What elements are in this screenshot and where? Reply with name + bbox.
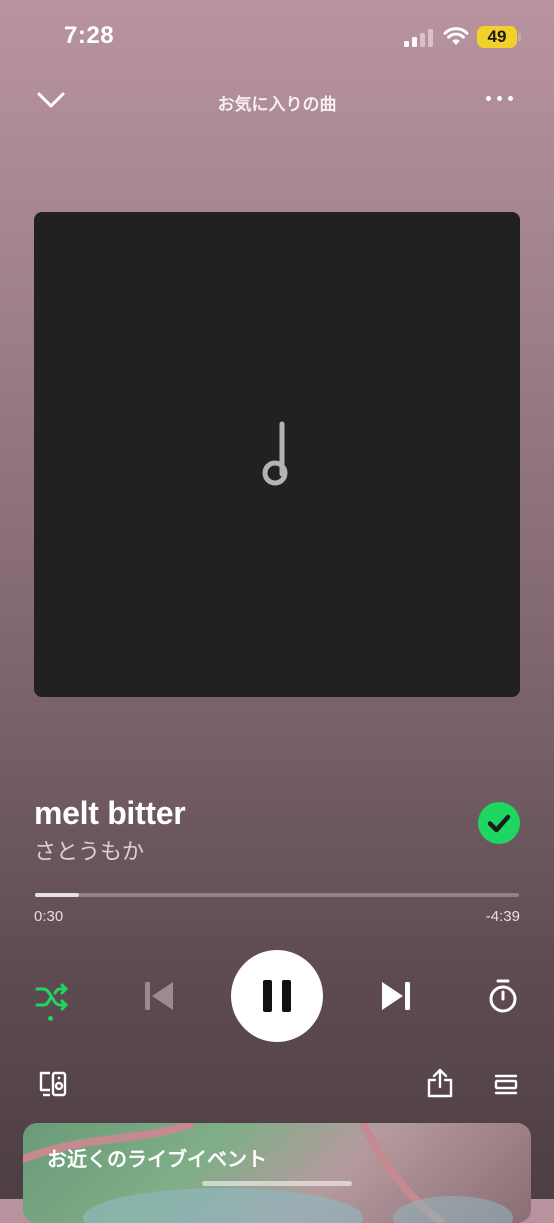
progress-fill: [35, 893, 79, 897]
battery-icon: 49: [477, 26, 517, 48]
share-icon[interactable]: [426, 1068, 454, 1098]
pause-button[interactable]: [231, 950, 323, 1042]
status-time: 7:28: [64, 22, 115, 49]
chevron-down-icon[interactable]: [36, 88, 66, 112]
wifi-icon: [443, 27, 469, 45]
home-indicator[interactable]: [202, 1181, 352, 1186]
live-events-artwork: [23, 1123, 513, 1223]
shuffle-icon[interactable]: [34, 980, 70, 1014]
remaining-time: -4:39: [485, 908, 520, 925]
queue-icon[interactable]: [494, 1073, 518, 1097]
elapsed-time: 0:30: [34, 908, 64, 925]
track-artist[interactable]: さとうもか: [34, 834, 144, 866]
live-events-card[interactable]: お近くのライブイベント: [23, 1123, 531, 1223]
live-events-title: お近くのライブイベント: [47, 1149, 267, 1171]
album-artwork: [34, 212, 520, 697]
liked-button[interactable]: [478, 802, 520, 844]
more-options-icon[interactable]: [486, 96, 520, 106]
sleep-timer-icon[interactable]: [486, 978, 520, 1014]
connect-device-icon[interactable]: [38, 1070, 68, 1098]
playlist-title: お気に入りの曲: [217, 95, 337, 114]
music-note-icon: [262, 421, 288, 486]
progress-bar[interactable]: [35, 893, 519, 897]
cellular-signal-icon: [404, 29, 434, 47]
shuffle-active-dot: [48, 1016, 53, 1021]
check-circle-icon: [487, 814, 511, 833]
battery-nub: [518, 33, 521, 41]
previous-icon[interactable]: [140, 977, 178, 1015]
track-title[interactable]: melt bitter: [34, 795, 186, 832]
next-icon[interactable]: [377, 977, 415, 1015]
